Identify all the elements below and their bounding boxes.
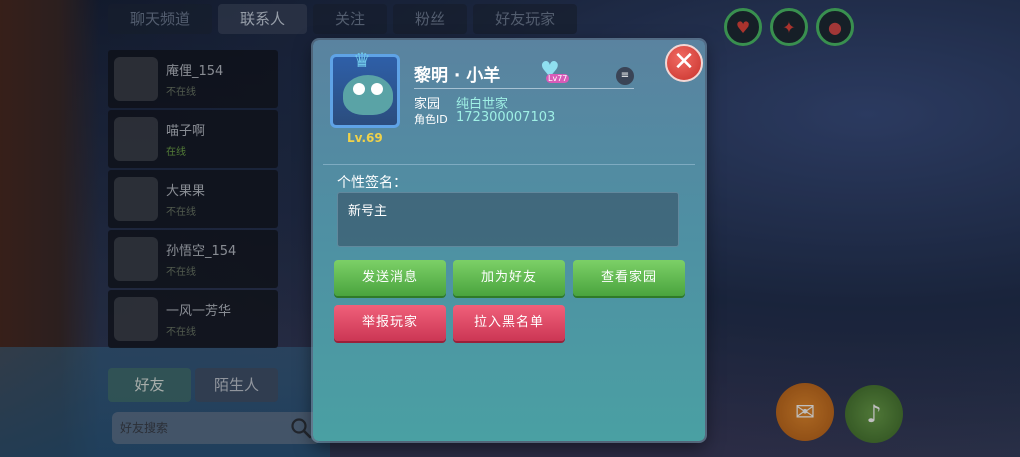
blacklist-button[interactable]: 拉入黑名单 xyxy=(453,305,565,341)
player-profile-dialog: ✕ ♛ Lv.69 黎明 · 小羊 ♥ Lv77 ≡ 家园 纯白世家 角色ID … xyxy=(313,40,705,441)
player-level: Lv.69 xyxy=(347,131,383,145)
view-home-button[interactable]: 查看家园 xyxy=(573,260,685,296)
close-button[interactable]: ✕ xyxy=(665,44,703,82)
signature-text: 新号主 xyxy=(337,192,679,247)
add-friend-button[interactable]: 加为好友 xyxy=(453,260,565,296)
player-name: 黎明 · 小羊 xyxy=(414,66,501,86)
note-icon[interactable]: ≡ xyxy=(616,67,634,85)
role-id-label: 角色ID xyxy=(414,113,448,126)
crown-icon: ♛ xyxy=(353,48,371,72)
section-divider xyxy=(323,164,695,165)
vip-level: Lv77 xyxy=(546,74,570,83)
home-label: 家园 xyxy=(414,97,441,112)
name-underline xyxy=(414,88,634,89)
avatar-eye-left xyxy=(353,83,365,95)
role-id-value: 172300007103 xyxy=(456,110,556,125)
close-icon: ✕ xyxy=(673,47,695,77)
send-message-button[interactable]: 发送消息 xyxy=(334,260,446,296)
avatar-face xyxy=(343,75,393,115)
vip-badge: ♥ Lv77 xyxy=(540,60,572,86)
report-player-button[interactable]: 举报玩家 xyxy=(334,305,446,341)
signature-label: 个性签名： xyxy=(337,175,407,191)
avatar-eye-right xyxy=(371,83,383,95)
